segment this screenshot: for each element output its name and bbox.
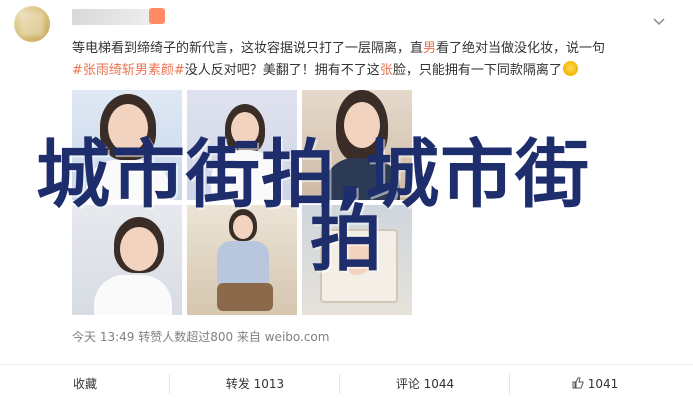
post-line-1: 等电梯看到缔绮子的新代言，这妆容据说只打了一层隔离，直男看了绝对当做没化妆，说一… <box>72 41 606 56</box>
username-blurred[interactable] <box>72 9 152 25</box>
like-button[interactable]: 1041 <box>510 365 680 403</box>
action-bar: 收藏 转发 1013 评论 1044 1041 <box>0 364 693 403</box>
post-line-2: #张雨绮斩男素颜#没人反对吧？美翻了！拥有不了这张脸，只能拥有一下同款隔离了 <box>72 60 672 82</box>
vip-badge-icon <box>149 8 165 24</box>
photo-thumbnail[interactable] <box>72 90 182 200</box>
photo-thumbnail[interactable] <box>72 205 182 315</box>
photo-thumbnail[interactable] <box>302 90 412 200</box>
thumbs-up-icon <box>572 366 584 389</box>
photo-thumbnail[interactable] <box>187 205 297 315</box>
photo-grid <box>72 90 412 315</box>
user-avatar[interactable] <box>14 6 50 42</box>
smile-emoji-icon <box>562 61 578 76</box>
repost-button[interactable]: 转发 1013 <box>170 365 340 403</box>
chevron-down-icon[interactable] <box>652 14 666 28</box>
photo-thumbnail[interactable] <box>302 205 412 315</box>
highlight-text[interactable]: 张 <box>380 63 393 78</box>
highlight-text[interactable]: 男 <box>423 41 436 56</box>
comment-button[interactable]: 评论 1044 <box>340 365 510 403</box>
hashtag-link[interactable]: #张雨绮斩男素颜# <box>72 63 185 78</box>
weibo-post-card: 等电梯看到缔绮子的新代言，这妆容据说只打了一层隔离，直男看了绝对当做没化妆，说一… <box>0 0 693 404</box>
favorite-button[interactable]: 收藏 <box>0 365 170 403</box>
photo-thumbnail[interactable] <box>187 90 297 200</box>
post-text: 等电梯看到缔绮子的新代言，这妆容据说只打了一层隔离，直男看了绝对当做没化妆，说一… <box>72 38 672 82</box>
post-meta: 今天 13:49 转赞人数超过800 来自 weibo.com <box>72 330 330 344</box>
